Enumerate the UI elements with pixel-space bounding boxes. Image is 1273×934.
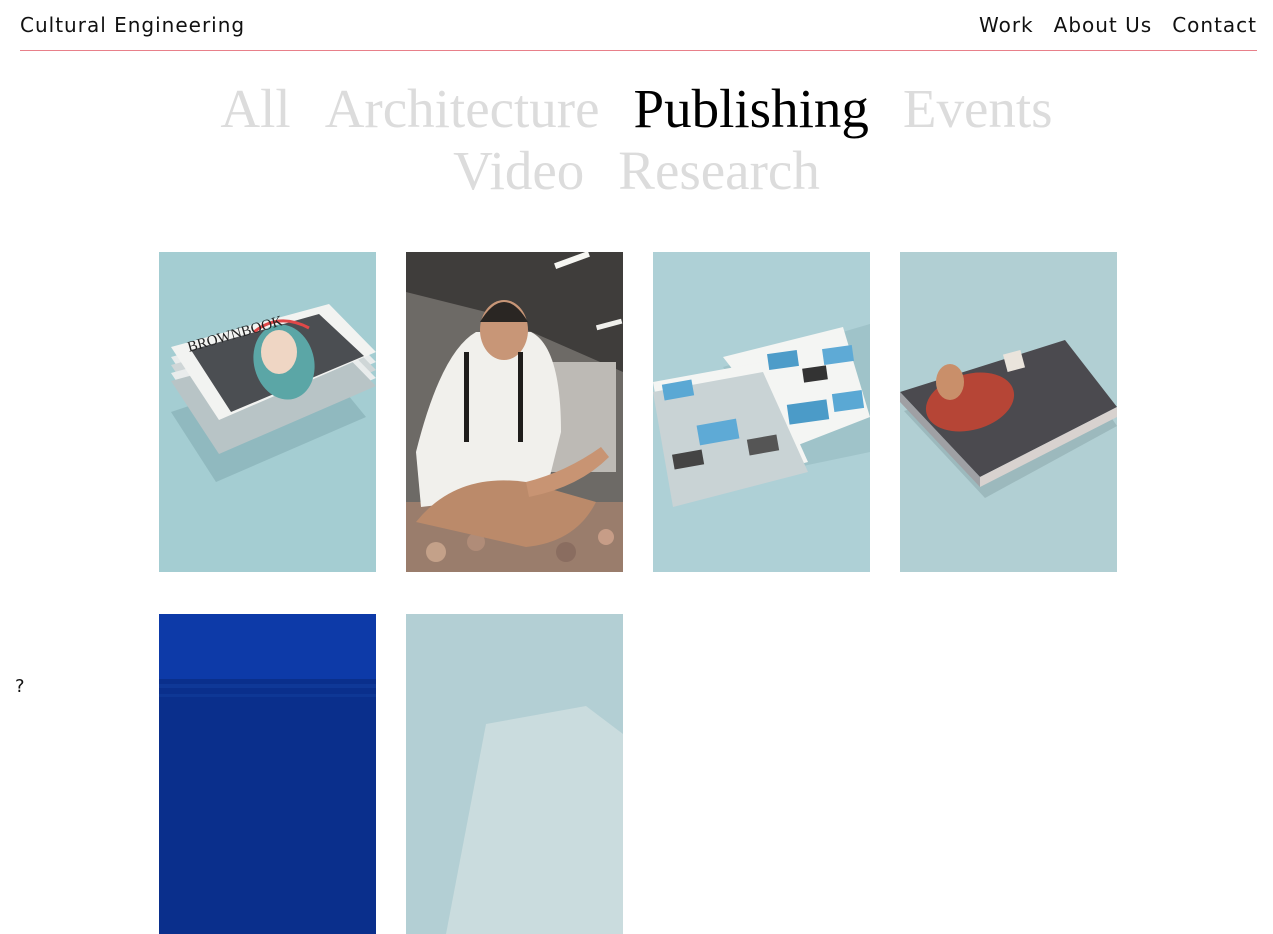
project-card[interactable] bbox=[653, 252, 870, 572]
pale-blue-publication-thumbnail bbox=[406, 614, 623, 934]
filter-row-2: Video Research bbox=[0, 140, 1273, 202]
project-card[interactable] bbox=[900, 252, 1117, 572]
filter-row-1: All Architecture Publishing Events bbox=[0, 78, 1273, 140]
project-grid: BROWNBOOK bbox=[159, 252, 1117, 934]
help-button[interactable]: ? bbox=[15, 676, 25, 697]
category-filters: All Architecture Publishing Events Video… bbox=[0, 78, 1273, 202]
open-publications-thumbnail bbox=[653, 252, 870, 572]
magazine-stack-thumbnail: BROWNBOOK bbox=[159, 252, 376, 572]
site-header: Cultural Engineering Work About Us Conta… bbox=[20, 0, 1257, 51]
project-card[interactable]: BROWNBOOK bbox=[159, 252, 376, 572]
filter-video[interactable]: Video bbox=[453, 140, 584, 202]
filter-events[interactable]: Events bbox=[903, 78, 1053, 140]
blue-sea-thumbnail bbox=[159, 614, 376, 934]
project-card[interactable] bbox=[406, 614, 623, 934]
filter-all[interactable]: All bbox=[220, 78, 290, 140]
nav-link-work[interactable]: Work bbox=[979, 13, 1034, 37]
dark-book-cover-thumbnail bbox=[900, 252, 1117, 572]
filter-architecture[interactable]: Architecture bbox=[325, 78, 600, 140]
nav-link-about[interactable]: About Us bbox=[1054, 13, 1153, 37]
nav-link-contact[interactable]: Contact bbox=[1172, 13, 1257, 37]
project-card[interactable] bbox=[159, 614, 376, 934]
filter-research[interactable]: Research bbox=[618, 140, 820, 202]
brand-link[interactable]: Cultural Engineering bbox=[20, 13, 245, 37]
filter-publishing[interactable]: Publishing bbox=[634, 78, 869, 140]
seated-man-portrait-thumbnail bbox=[406, 252, 623, 572]
main-nav: Work About Us Contact bbox=[979, 13, 1257, 37]
project-card[interactable] bbox=[406, 252, 623, 572]
